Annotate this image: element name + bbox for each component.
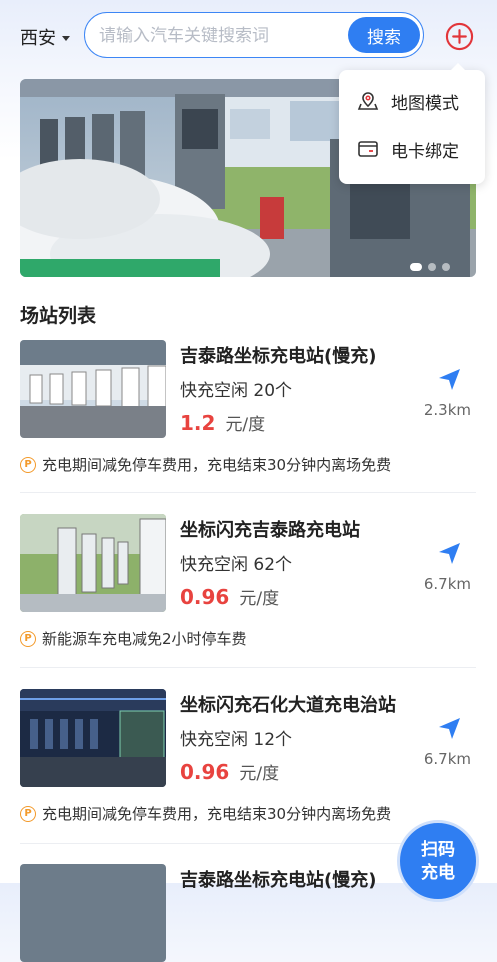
search-box: 搜索 [84,12,424,58]
station-promo: P 充电期间减免停车费用，充电结束30分钟内离场免费 [20,803,391,824]
carousel-dot[interactable] [428,263,436,271]
station-thumbnail [20,340,166,438]
divider [20,492,476,493]
station-distance: 6.7km [423,575,471,593]
station-idle-count: 快充空闲 20个 [180,381,293,401]
station-thumbnail [20,514,166,612]
station-price: 1.2 元/度 [180,410,265,435]
station-thumbnail [20,864,166,962]
city-label: 西安 [20,28,56,49]
promo-text: 新能源车充电减免2小时停车费 [42,630,247,648]
station-distance: 2.3km [423,401,471,419]
card-icon [358,141,378,157]
station-name: 坐标闪充吉泰路充电站 [180,520,360,541]
menu-item-map-mode[interactable]: 地图模式 [357,86,459,116]
carousel-indicators [410,263,450,271]
top-bar: 西安 搜索 [0,0,497,74]
map-pin-icon [357,92,379,110]
navigate-icon[interactable] [436,540,462,566]
price-value: 0.96 [180,585,230,609]
price-value: 0.96 [180,760,230,784]
promo-text: 充电期间减免停车费用，充电结束30分钟内离场免费 [42,805,392,823]
price-unit: 元/度 [239,764,280,784]
scan-charge-button[interactable]: 扫码 充电 [397,820,479,902]
station-name: 坐标闪充石化大道充电治站 [180,695,396,716]
station-promo: P 新能源车充电减免2小时停车费 [20,628,247,649]
parking-icon: P [20,456,36,473]
navigate-icon[interactable] [436,715,462,741]
search-button[interactable]: 搜索 [348,17,420,53]
station-distance: 6.7km [423,750,471,768]
carousel-dot[interactable] [410,263,422,271]
add-circle-icon[interactable] [445,22,474,51]
price-value: 1.2 [180,411,216,435]
promo-text: 充电期间减免停车费用，充电结束30分钟内离场免费 [42,456,392,474]
station-promo: P 充电期间减免停车费用，充电结束30分钟内离场免费 [20,454,391,475]
station-name: 吉泰路坐标充电站(慢充) [180,870,377,891]
menu-item-label: 电卡绑定 [391,141,459,162]
navigate-icon[interactable] [436,366,462,392]
caret-down-icon [62,35,70,41]
station-thumbnail [20,689,166,787]
station-name: 吉泰路坐标充电站(慢充) [180,346,377,367]
menu-item-label: 地图模式 [391,93,459,114]
price-unit: 元/度 [239,589,280,609]
scan-button-line1: 扫码 [421,840,455,860]
station-price: 0.96 元/度 [180,584,279,609]
price-unit: 元/度 [225,415,266,435]
station-price: 0.96 元/度 [180,759,279,784]
city-selector[interactable]: 西安 [20,24,70,50]
carousel-dot[interactable] [442,263,450,271]
popup-menu: 地图模式 电卡绑定 [339,63,485,184]
divider [20,667,476,668]
station-idle-count: 快充空闲 12个 [180,730,293,750]
parking-icon: P [20,805,36,822]
section-title: 场站列表 [20,305,97,327]
menu-item-card-binding[interactable]: 电卡绑定 [357,134,459,164]
station-idle-count: 快充空闲 62个 [180,555,293,575]
parking-icon: P [20,630,36,647]
search-input[interactable] [97,22,341,50]
scan-button-line2: 充电 [421,863,455,883]
